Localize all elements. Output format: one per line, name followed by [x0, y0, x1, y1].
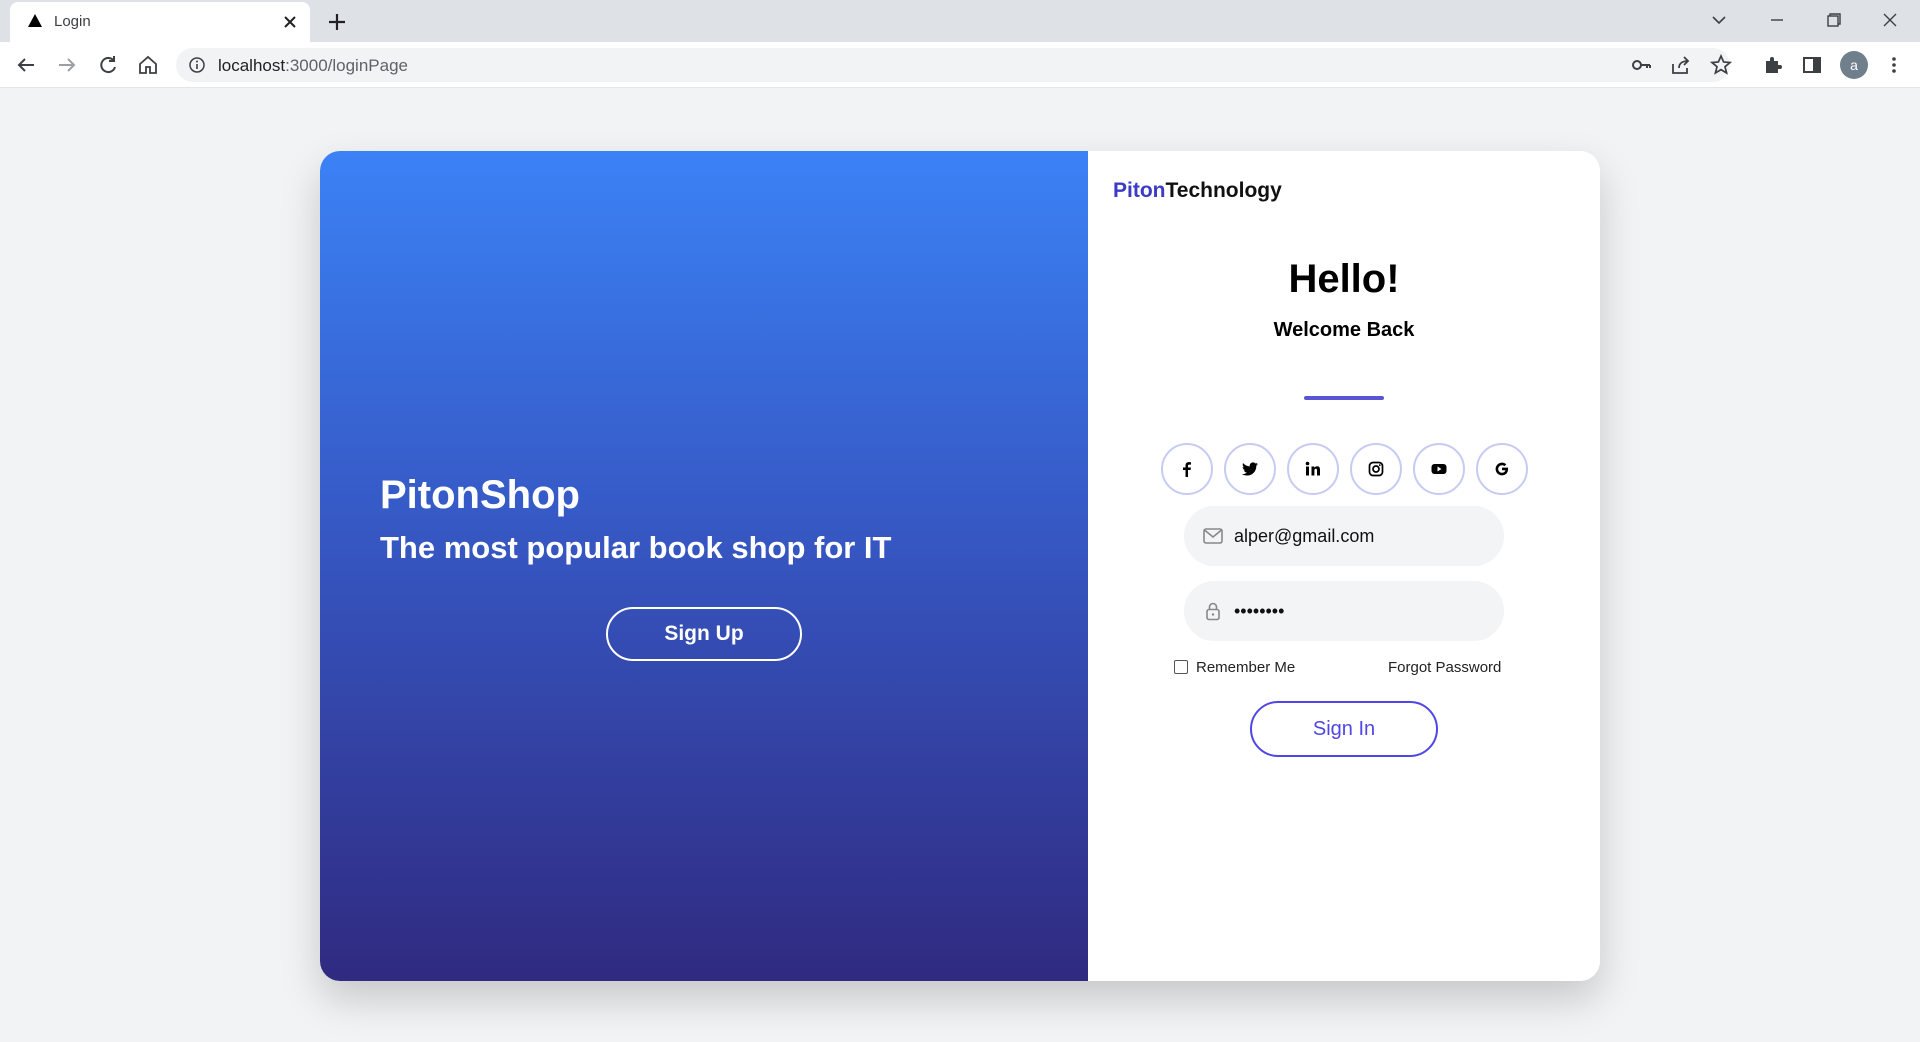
remember-me-label: Remember Me — [1196, 659, 1296, 676]
tab-title: Login — [54, 13, 91, 30]
envelope-icon — [1203, 528, 1223, 544]
minimize-icon[interactable] — [1764, 8, 1790, 32]
facebook-button[interactable] — [1161, 443, 1213, 495]
lock-icon — [1206, 602, 1220, 621]
restore-icon[interactable] — [1820, 8, 1846, 32]
side-panel-icon[interactable] — [1800, 53, 1824, 77]
instagram-icon — [1368, 461, 1384, 477]
menu-kebab-icon[interactable] — [1882, 53, 1906, 77]
sign-in-button[interactable]: Sign In — [1250, 701, 1438, 757]
linkedin-icon — [1305, 461, 1320, 476]
url-path: :3000/loginPage — [285, 56, 408, 75]
forgot-password-link[interactable]: Forgot Password — [1388, 659, 1501, 676]
social-login-row — [1161, 443, 1531, 495]
google-icon — [1495, 462, 1509, 476]
youtube-button[interactable] — [1413, 443, 1465, 495]
close-tab-icon[interactable] — [280, 12, 300, 32]
shop-title: PitonShop — [380, 473, 580, 517]
profile-avatar[interactable]: a — [1840, 51, 1868, 79]
sign-up-button[interactable]: Sign Up — [606, 607, 802, 661]
twitter-icon — [1241, 462, 1258, 476]
brand-part-piton: Piton — [1113, 179, 1166, 202]
remember-me-checkbox[interactable] — [1174, 660, 1188, 674]
password-field[interactable] — [1184, 581, 1504, 641]
login-card: PitonShop The most popular book shop for… — [320, 151, 1600, 981]
home-icon[interactable] — [136, 53, 160, 77]
login-panel: PitonTechnology Hello! Welcome Back alpe… — [1088, 151, 1600, 981]
triangle-favicon-icon — [28, 14, 42, 27]
facebook-icon — [1183, 462, 1191, 477]
back-icon[interactable] — [14, 53, 38, 77]
url-host: localhost — [218, 56, 286, 75]
greeting-heading: Hello! — [1288, 257, 1400, 301]
close-window-icon[interactable] — [1877, 8, 1903, 32]
bookmark-star-icon[interactable] — [1709, 53, 1733, 77]
password-key-icon[interactable] — [1629, 53, 1653, 77]
tab-search-chevron-icon[interactable] — [1706, 8, 1732, 32]
twitter-button[interactable] — [1224, 443, 1276, 495]
linkedin-button[interactable] — [1287, 443, 1339, 495]
brand-logo[interactable]: PitonTechnology — [1113, 179, 1282, 203]
reload-icon[interactable] — [96, 53, 120, 77]
password-input[interactable] — [1234, 595, 1484, 627]
new-tab-icon[interactable] — [325, 10, 349, 34]
email-field[interactable] — [1184, 506, 1504, 566]
shop-tagline: The most popular book shop for IT — [380, 530, 892, 565]
brand-part-technology: Technology — [1165, 179, 1282, 202]
extensions-puzzle-icon[interactable] — [1761, 53, 1785, 77]
instagram-button[interactable] — [1350, 443, 1402, 495]
youtube-icon — [1431, 464, 1447, 474]
email-input[interactable] — [1234, 520, 1484, 552]
browser-tab[interactable]: Login — [10, 2, 310, 42]
google-button[interactable] — [1476, 443, 1528, 495]
heading-divider — [1304, 396, 1384, 400]
promo-panel: PitonShop The most popular book shop for… — [320, 151, 1088, 981]
browser-toolbar: localhost:3000/loginPage a — [0, 42, 1920, 88]
welcome-subheading: Welcome Back — [1273, 319, 1415, 341]
site-info-icon[interactable] — [188, 56, 206, 74]
browser-tab-bar: Login — [0, 0, 1920, 42]
address-bar[interactable]: localhost:3000/loginPage — [176, 48, 1733, 82]
forward-icon[interactable] — [55, 53, 79, 77]
url-text: localhost:3000/loginPage — [218, 56, 408, 76]
share-icon[interactable] — [1669, 53, 1693, 77]
